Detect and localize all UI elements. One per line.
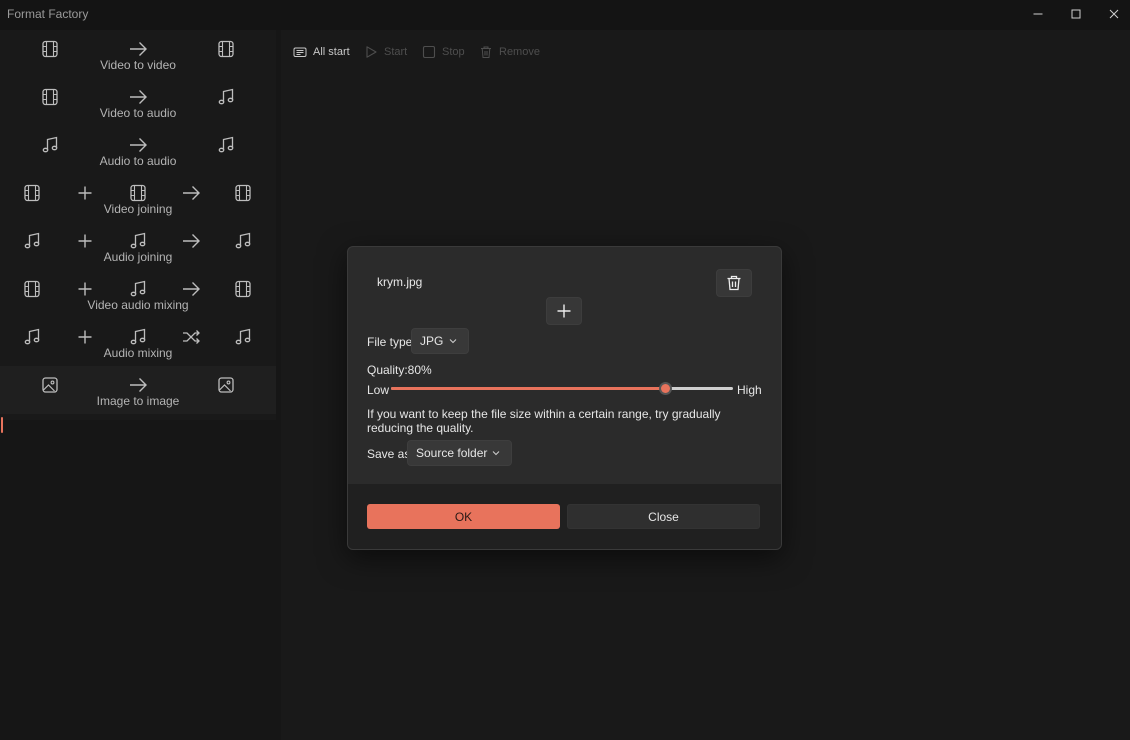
dialog-footer: OK Close <box>348 484 781 549</box>
arrow-right-icon <box>181 231 201 251</box>
sidebar: Video to video Video to audio Audio to aud… <box>0 30 276 433</box>
start-label: Start <box>384 46 408 58</box>
image-settings-dialog: krym.jpg File type: JPG Quality:80% Low … <box>347 246 782 550</box>
quality-slider-thumb[interactable] <box>658 382 672 395</box>
save-as-select[interactable]: Source folder <box>407 440 512 466</box>
all-start-icon <box>293 47 307 57</box>
sidebar-item-image-to-image[interactable]: Image to image <box>0 366 276 414</box>
plus-icon <box>75 279 95 299</box>
plus-icon <box>75 327 95 347</box>
music-icon <box>216 87 236 107</box>
sidebar-item-audio-mixing[interactable]: Audio mixing <box>0 318 276 366</box>
minimize-button[interactable] <box>1019 0 1057 28</box>
quality-slider-fill <box>391 387 665 390</box>
music-icon <box>40 135 60 155</box>
stop-button[interactable]: Stop <box>422 44 465 60</box>
sidebar-item-label: Video to audio <box>99 106 177 120</box>
sidebar-item-label: Video joining <box>103 202 173 216</box>
maximize-icon <box>1071 9 1081 19</box>
music-icon <box>233 231 253 251</box>
quality-hint: If you want to keep the file size within… <box>367 407 721 435</box>
film-icon <box>216 39 236 59</box>
arrow-right-icon <box>181 183 201 203</box>
trash-icon <box>481 46 491 58</box>
music-icon <box>128 231 148 251</box>
quality-label: Quality:80% <box>367 363 432 377</box>
film-icon <box>40 39 60 59</box>
sidebar-item-label: Video to video <box>100 58 176 72</box>
music-icon <box>233 327 253 347</box>
music-icon <box>22 231 42 251</box>
sidebar-item-label: Video audio mixing <box>87 298 189 312</box>
sidebar-item-label: Image to image <box>96 394 180 408</box>
shuffle-icon <box>181 327 201 347</box>
sidebar-item-video-to-video[interactable]: Video to video <box>0 30 276 78</box>
remove-label: Remove <box>499 46 540 58</box>
ok-button[interactable]: OK <box>367 504 560 529</box>
play-icon <box>366 46 377 58</box>
arrow-right-icon <box>128 375 148 395</box>
music-icon <box>216 135 236 155</box>
arrow-right-icon <box>128 135 148 155</box>
film-icon <box>233 279 253 299</box>
image-icon <box>40 375 60 395</box>
image-icon <box>216 375 236 395</box>
plus-icon <box>75 183 95 203</box>
plus-icon <box>557 304 571 318</box>
file-type-select[interactable]: JPG <box>411 328 469 354</box>
app-title: Format Factory <box>7 7 89 21</box>
high-label: High <box>737 383 762 397</box>
close-button[interactable]: Close <box>567 504 760 529</box>
all-start-label: All start <box>313 46 350 58</box>
delete-file-button[interactable] <box>716 269 752 297</box>
sidebar-item-video-audio-mixing[interactable]: Video audio mixing <box>0 270 276 318</box>
music-icon <box>22 327 42 347</box>
title-bar: Format Factory <box>0 0 1130 30</box>
file-type-label: File type: <box>367 335 416 349</box>
music-icon <box>128 327 148 347</box>
film-icon <box>128 183 148 203</box>
film-icon <box>22 279 42 299</box>
active-indicator <box>1 417 3 433</box>
sidebar-item-audio-to-audio[interactable]: Audio to audio <box>0 126 276 174</box>
low-label: Low <box>367 383 390 397</box>
sidebar-item-label: Audio to audio <box>99 154 177 168</box>
close-icon <box>1109 9 1119 19</box>
save-as-value: Source folder <box>416 446 488 460</box>
music-icon <box>128 279 148 299</box>
film-icon <box>40 87 60 107</box>
all-start-button[interactable]: All start <box>293 44 350 60</box>
chevron-down-icon <box>449 339 457 344</box>
film-icon <box>22 183 42 203</box>
add-file-button[interactable] <box>546 297 582 325</box>
sidebar-item-audio-joining[interactable]: Audio joining <box>0 222 276 270</box>
remove-button[interactable]: Remove <box>479 44 540 60</box>
close-window-button[interactable] <box>1095 0 1130 28</box>
arrow-right-icon <box>181 279 201 299</box>
arrow-right-icon <box>128 39 148 59</box>
start-button[interactable]: Start <box>364 44 407 60</box>
quality-slider[interactable] <box>391 382 733 395</box>
sidebar-item-label: Audio joining <box>103 250 173 264</box>
file-name: krym.jpg <box>377 275 423 289</box>
arrow-right-icon <box>128 87 148 107</box>
trash-icon <box>727 275 741 291</box>
film-icon <box>233 183 253 203</box>
file-type-value: JPG <box>420 334 444 348</box>
minimize-icon <box>1033 13 1043 15</box>
sidebar-item-video-joining[interactable]: Video joining <box>0 174 276 222</box>
stop-icon <box>422 45 436 59</box>
sidebar-item-label: Audio mixing <box>103 346 173 360</box>
maximize-button[interactable] <box>1057 0 1095 28</box>
chevron-down-icon <box>492 451 500 456</box>
stop-label: Stop <box>442 46 465 58</box>
sidebar-item-video-to-audio[interactable]: Video to audio <box>0 78 276 126</box>
plus-icon <box>75 231 95 251</box>
